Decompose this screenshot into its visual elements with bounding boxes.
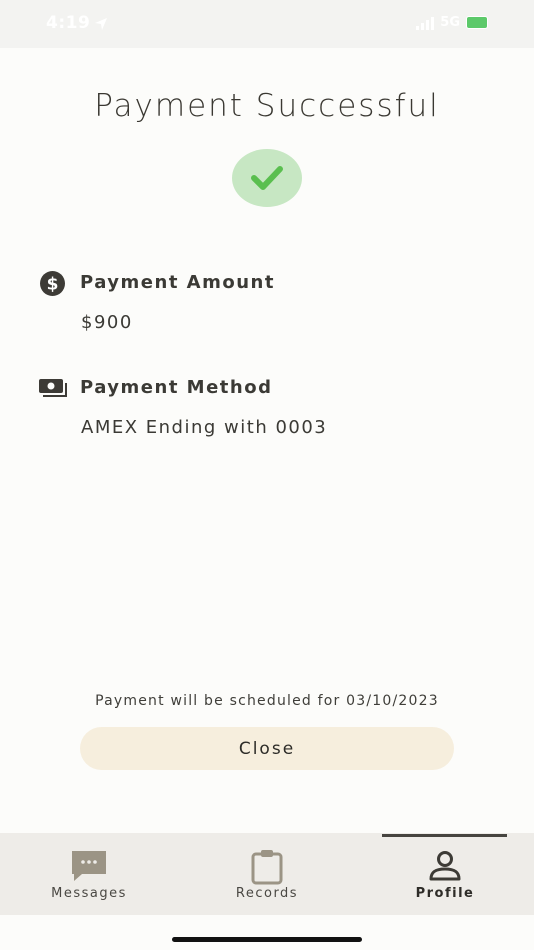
home-indicator[interactable] xyxy=(172,937,362,942)
status-time: 4:19 xyxy=(46,13,91,33)
person-icon xyxy=(429,851,461,881)
clipboard-icon xyxy=(251,850,283,885)
page-title: Payment Successful xyxy=(94,88,440,124)
payment-method-heading: Payment Method xyxy=(80,377,273,398)
dollar-circle-icon: $ xyxy=(40,271,65,296)
signal-icon xyxy=(416,16,435,30)
chat-bubble-icon xyxy=(72,851,106,881)
tab-label: Profile xyxy=(415,886,475,901)
tab-messages[interactable]: Messages xyxy=(0,833,178,915)
checkmark-icon xyxy=(251,166,283,190)
payment-method-value: AMEX Ending with 0003 xyxy=(81,417,328,438)
battery-icon xyxy=(466,16,488,29)
network-type: 5G xyxy=(440,15,460,30)
close-button[interactable]: Close xyxy=(80,727,454,770)
tab-profile[interactable]: Profile xyxy=(356,833,534,915)
cash-icon xyxy=(39,379,67,397)
schedule-note: Payment will be scheduled for 03/10/2023 xyxy=(95,693,439,709)
payment-amount-value: $900 xyxy=(81,312,133,333)
svg-text:$: $ xyxy=(47,275,59,295)
location-arrow-icon xyxy=(95,18,107,30)
payment-amount-heading: Payment Amount xyxy=(80,272,275,293)
status-bar: 4:19 5G xyxy=(0,0,534,48)
success-badge xyxy=(232,149,302,207)
tab-label: Messages xyxy=(51,886,127,901)
status-indicators: 5G xyxy=(416,15,488,30)
tab-records[interactable]: Records xyxy=(178,833,356,915)
tab-label: Records xyxy=(235,886,299,901)
